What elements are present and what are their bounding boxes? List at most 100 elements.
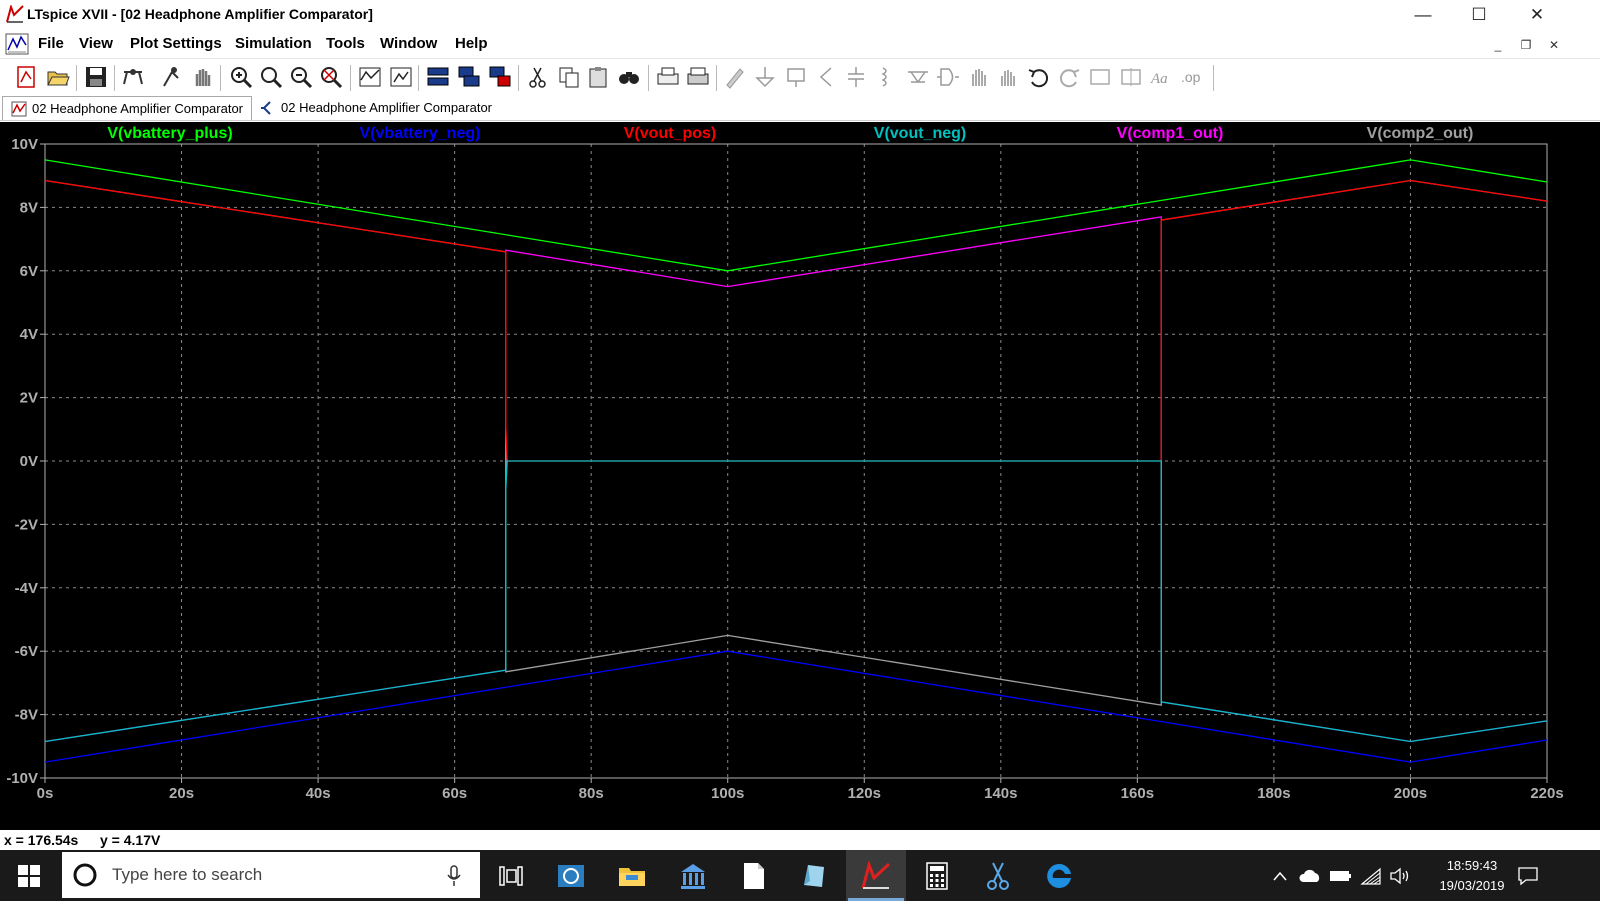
minimize-button[interactable]: — (1400, 0, 1446, 30)
menu-simulation[interactable]: Simulation (235, 35, 312, 52)
menu-tools[interactable]: Tools (326, 35, 365, 52)
mirror-icon[interactable] (1118, 64, 1144, 90)
maximize-button[interactable]: ☐ (1456, 0, 1502, 30)
toolbar-separator (648, 65, 649, 91)
title-bar: LTspice XVII - [02 Headphone Amplifier C… (0, 0, 1600, 30)
capacitor-icon[interactable] (843, 64, 869, 90)
legend-entry: V(vout_pos) (624, 125, 716, 142)
menu-view[interactable]: View (79, 35, 113, 52)
waveform-doc-icon[interactable] (5, 33, 29, 55)
label-net-icon[interactable] (783, 64, 809, 90)
onedrive-cloud-icon (1299, 869, 1320, 882)
zoom-in-icon[interactable] (228, 64, 254, 90)
print-icon[interactable] (655, 64, 681, 90)
tile-horizontal-icon[interactable] (425, 64, 451, 90)
tray-overflow-button[interactable] (1268, 850, 1292, 901)
x-tick-label: 160s (1121, 785, 1154, 802)
run-icon[interactable] (158, 64, 184, 90)
manual-range-icon[interactable] (388, 64, 414, 90)
taskbar-ltspice[interactable] (846, 850, 906, 901)
zoom-out-icon[interactable] (288, 64, 314, 90)
menu-window[interactable]: Window (380, 35, 437, 52)
close-button[interactable]: ✕ (1514, 0, 1560, 30)
save-icon[interactable] (83, 64, 109, 90)
tray-volume[interactable] (1386, 850, 1414, 901)
component-icon[interactable] (935, 64, 961, 90)
y-tick-label: -8V (15, 707, 38, 724)
menu-file[interactable]: File (38, 35, 64, 52)
taskbar-snipping-tool[interactable] (968, 850, 1028, 901)
taskbar-file-explorer[interactable] (602, 850, 662, 901)
toolbar-separator (114, 65, 115, 91)
toolbar-separator (220, 65, 221, 91)
microphone-icon[interactable] (446, 864, 462, 888)
taskbar-paint[interactable] (785, 850, 845, 901)
bank-icon (681, 863, 705, 889)
taskbar-clock[interactable]: 18:59:43 19/03/2019 (1424, 856, 1520, 896)
waveform-plot[interactable]: 0s 20s 40s 60s 80s 100s 120s 140s 160s 180s 200s 22… (0, 122, 1600, 830)
start-button[interactable] (0, 850, 58, 901)
undo-icon[interactable] (1026, 64, 1052, 90)
copy-icon[interactable] (556, 64, 582, 90)
toolbar-separator (518, 65, 519, 91)
tile-vertical-icon[interactable] (487, 64, 513, 90)
redo-icon[interactable] (1056, 64, 1082, 90)
tab-waveform[interactable]: 02 Headphone Amplifier Comparator (2, 96, 252, 120)
wire-pencil-icon[interactable] (722, 64, 748, 90)
tab-schematic[interactable]: 02 Headphone Amplifier Comparator (252, 96, 498, 119)
new-schematic-icon[interactable] (14, 64, 40, 90)
cut-icon[interactable] (525, 64, 551, 90)
resistor-icon[interactable] (813, 64, 839, 90)
x-tick-label: 200s (1394, 785, 1427, 802)
cascade-icon[interactable] (456, 64, 482, 90)
diode-icon[interactable] (905, 64, 931, 90)
open-folder-icon[interactable] (45, 64, 71, 90)
x-tick-label: 0s (37, 785, 54, 802)
zoom-fit-icon[interactable] (318, 64, 344, 90)
windows-logo-icon (18, 864, 40, 887)
paint-icon (804, 864, 824, 887)
action-center-button[interactable] (1510, 850, 1546, 901)
find-icon[interactable] (616, 64, 642, 90)
taskbar-search-box[interactable]: Type here to search (62, 852, 480, 898)
mdi-minimize-button[interactable]: _ (1486, 34, 1510, 56)
status-bar: x = 176.54s y = 4.17V (0, 830, 1600, 850)
tray-onedrive[interactable] (1296, 850, 1324, 901)
print-setup-icon[interactable] (685, 64, 711, 90)
speaker-volume-icon (1390, 867, 1409, 884)
tray-wifi[interactable] (1357, 850, 1385, 901)
spice-directive-icon[interactable]: .op (1178, 64, 1204, 90)
taskbar-photos[interactable] (541, 850, 601, 901)
taskbar-calculator[interactable] (907, 850, 967, 901)
taskbar-edge[interactable] (1029, 850, 1089, 901)
x-tick-label: 120s (848, 785, 881, 802)
menu-help[interactable]: Help (455, 35, 488, 52)
halt-hand-icon[interactable] (189, 64, 215, 90)
zoom-pan-icon[interactable] (258, 64, 284, 90)
tray-battery[interactable] (1327, 850, 1355, 901)
menu-plot-settings[interactable]: Plot Settings (130, 35, 222, 52)
toolbar-separator (716, 65, 717, 91)
control-panel-icon[interactable] (120, 64, 146, 90)
x-tick-label: 80s (579, 785, 604, 802)
x-tick-label: 20s (169, 785, 194, 802)
search-placeholder: Type here to search (112, 865, 263, 884)
waveform-chart[interactable]: 0s 20s 40s 60s 80s 100s 120s 140s 160s 180s 200s 22… (0, 122, 1600, 830)
mdi-close-button[interactable]: ✕ (1542, 34, 1566, 56)
drag-hand-icon[interactable] (995, 64, 1021, 90)
document-tabs: 02 Headphone Amplifier Comparator 02 Hea… (0, 96, 1600, 121)
ground-icon[interactable] (752, 64, 778, 90)
mdi-restore-button[interactable]: ❐ (1514, 34, 1538, 56)
cortana-circle-icon (73, 863, 97, 887)
taskbar-bank-app[interactable] (663, 850, 723, 901)
taskbar-notepad[interactable] (724, 850, 784, 901)
text-icon[interactable]: Aa (1148, 64, 1174, 90)
move-hand-icon[interactable] (965, 64, 991, 90)
inductor-icon[interactable] (873, 64, 899, 90)
tab-label: 02 Headphone Amplifier Comparator (281, 100, 493, 115)
paste-icon[interactable] (586, 64, 612, 90)
task-view-button[interactable] (481, 850, 541, 901)
close-icon: ✕ (1529, 5, 1545, 24)
autorange-icon[interactable] (357, 64, 383, 90)
rotate-icon[interactable] (1087, 64, 1113, 90)
